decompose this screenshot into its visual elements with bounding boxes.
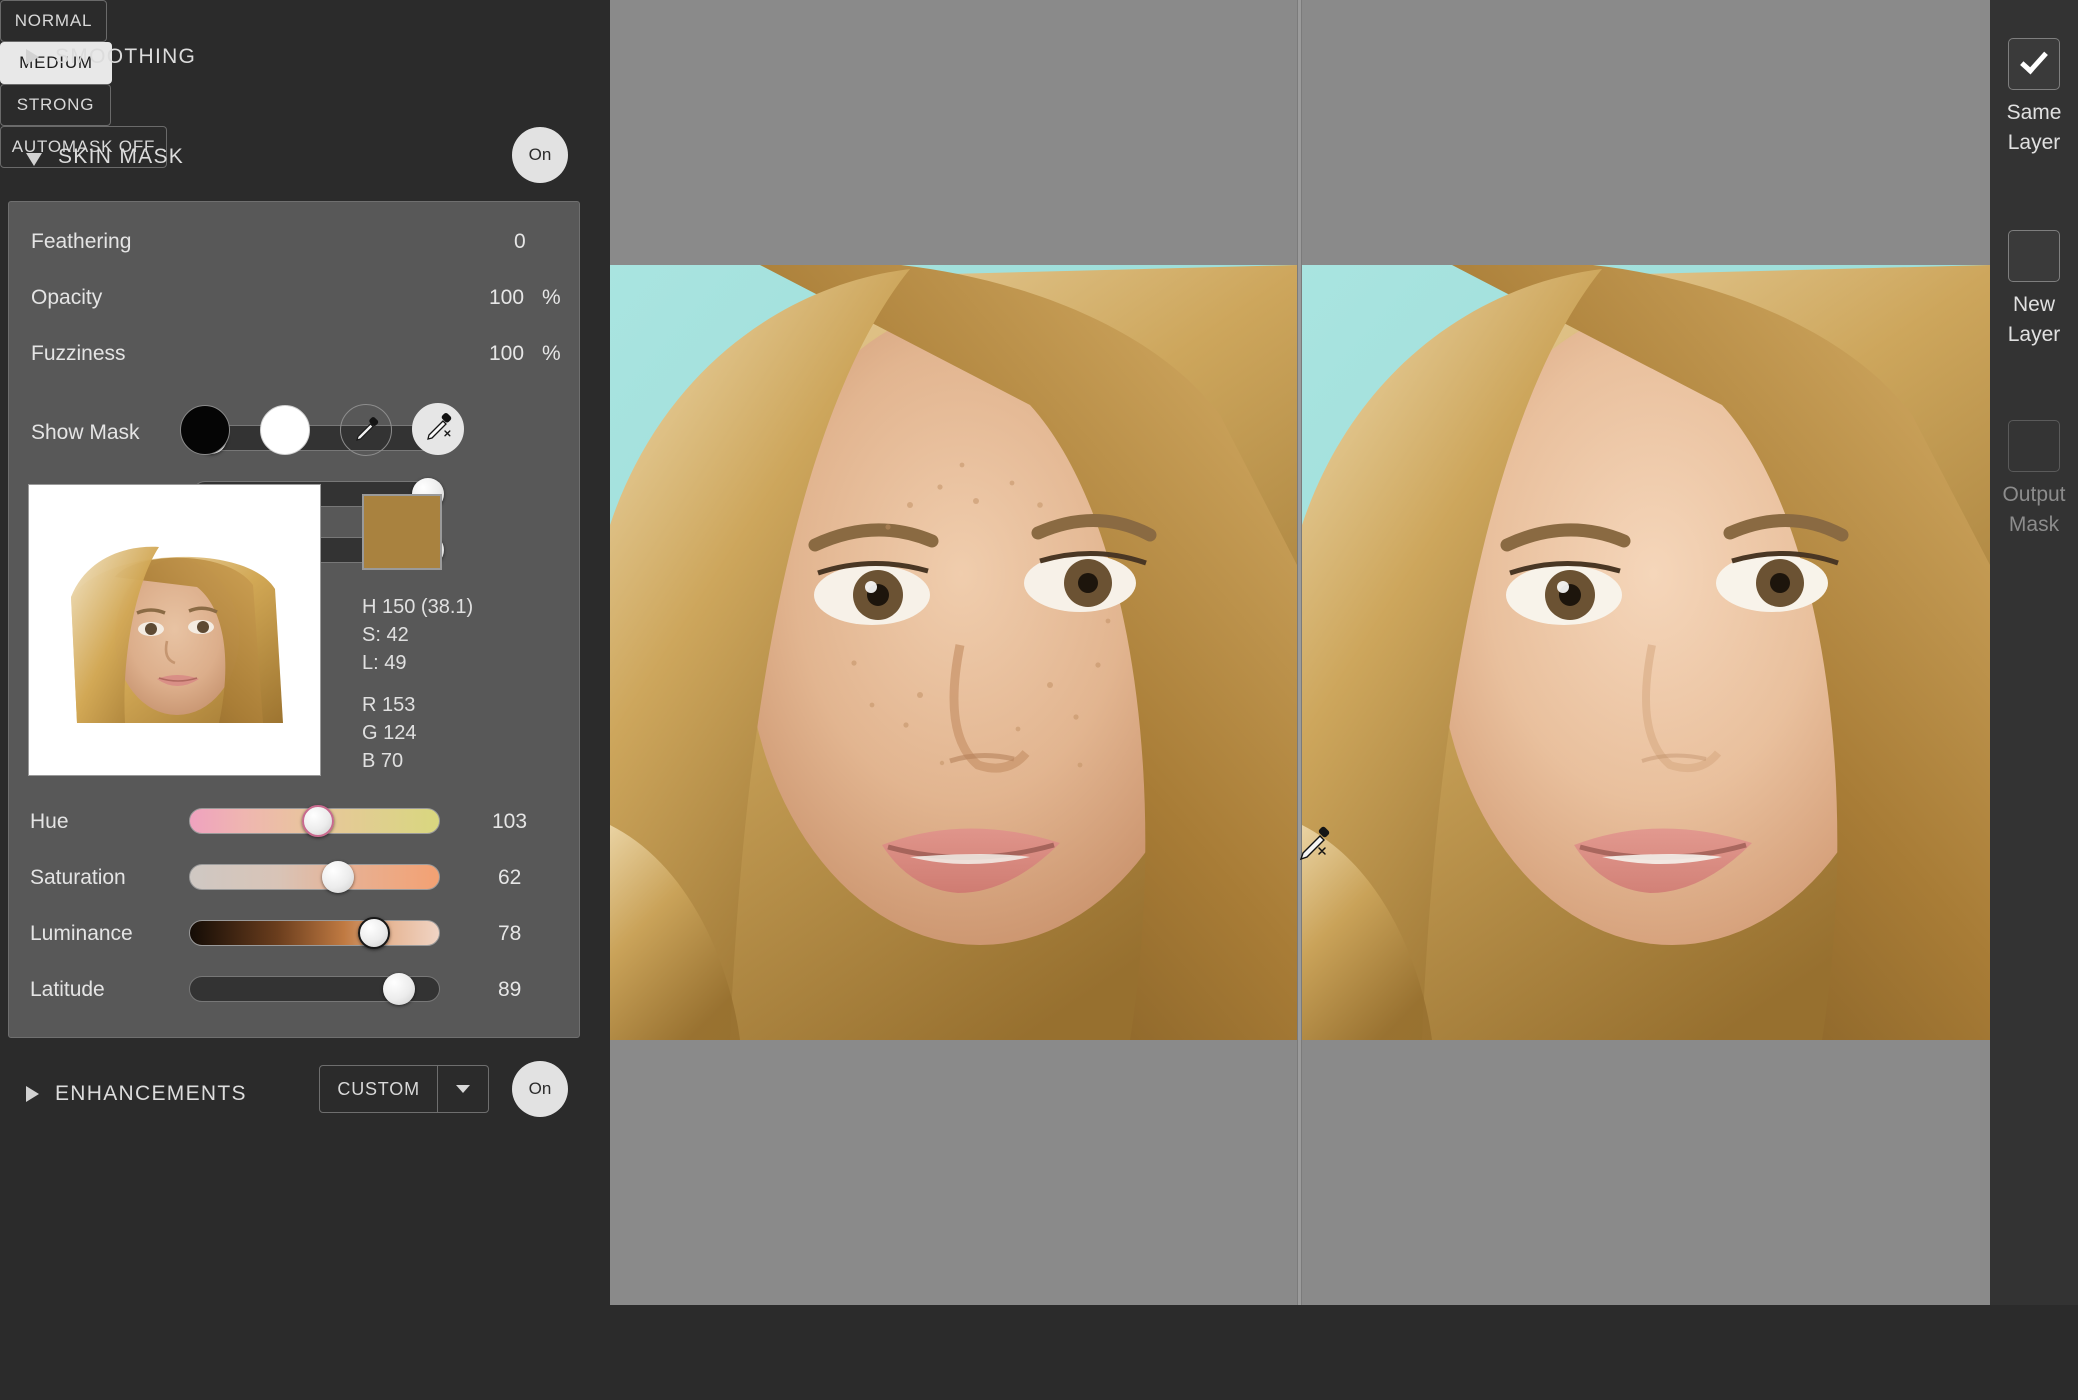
show-mask-label: Show Mask [31,421,140,444]
photo-after-pane[interactable] [1302,265,1990,1040]
output-mask-option[interactable]: Output Mask [1990,420,2078,540]
smoothing-title: SMOOTHING [55,45,197,68]
mask-preview-thumbnail[interactable] [28,484,321,776]
hue-slider-knob[interactable] [302,805,334,837]
section-header-skin-mask[interactable]: SKIN MASK [26,128,184,186]
layer-output-rail: Same Layer New Layer Output Mask [1990,0,2078,1305]
saturation-label: Saturation [30,866,126,889]
output-mask-checkbox[interactable] [2008,420,2060,472]
photo-before-pane[interactable] [610,265,1297,1040]
new-layer-label-line2: Layer [2007,323,2061,346]
feathering-value: 0 [514,230,526,253]
hue-value: 103 [492,810,528,833]
rgb-r-readout: R 153 [362,694,416,716]
new-layer-option[interactable]: New Layer [1990,230,2078,350]
photo-editor-window: SMOOTHING NORMAL MEDIUM STRONG SKIN MASK… [0,0,2078,1400]
enhancements-preset-label: CUSTOM [337,1078,420,1099]
opacity-label: Opacity [31,286,103,309]
image-canvas[interactable] [610,0,1990,1305]
saturation-slider-knob[interactable] [322,861,354,893]
fuzziness-value: 100 [489,342,525,365]
same-layer-label-line1: Same [2006,101,2062,124]
fuzziness-label: Fuzziness [31,342,126,365]
feathering-label: Feathering [31,230,132,253]
luminance-slider-track[interactable] [189,920,440,946]
same-layer-checkbox[interactable] [2008,38,2060,90]
enhancements-preset-dropdown[interactable]: CUSTOM [319,1065,489,1113]
rgb-g-readout: G 124 [362,722,417,744]
hsl-l-readout: L: 49 [362,652,407,674]
skin-mask-on-toggle[interactable]: On [512,127,568,183]
triangle-down-icon[interactable] [26,153,42,166]
thumbnail-portrait-image [47,537,305,727]
fuzziness-unit: % [542,342,561,365]
eyedropper-icon[interactable] [340,404,392,456]
caret-down-icon[interactable] [437,1066,488,1112]
bottom-toolbar: 72% CSDN @CoCo玛奇朵 [0,1305,2078,1400]
opacity-value: 100 [489,286,525,309]
hsl-s-readout: S: 42 [362,624,409,646]
opacity-unit: % [542,286,561,309]
skin-mask-title: SKIN MASK [58,145,185,168]
split-view-divider[interactable] [1297,0,1302,1305]
rgb-b-readout: B 70 [362,750,404,772]
saturation-slider-track[interactable] [189,864,440,890]
enhancements-title: ENHANCEMENTS [55,1082,247,1105]
hsl-h-readout: H 150 (38.1) [362,596,474,618]
hue-label: Hue [30,810,69,833]
section-header-smoothing[interactable]: SMOOTHING [26,28,196,86]
output-mask-label-line2: Mask [2008,513,2060,536]
eyedropper-add-icon[interactable] [412,403,464,455]
same-layer-label-line2: Layer [2007,131,2061,154]
latitude-value: 89 [498,978,522,1001]
luminance-slider-knob[interactable] [358,917,390,949]
latitude-label: Latitude [30,978,105,1001]
output-mask-label-line1: Output [2002,483,2066,506]
section-header-enhancements[interactable]: ENHANCEMENTS [26,1065,247,1123]
eyedropper-cursor [1294,826,1334,866]
triangle-right-icon[interactable] [26,49,39,65]
luminance-value: 78 [498,922,522,945]
smoothing-strong-button[interactable]: STRONG [0,84,111,126]
saturation-value: 62 [498,866,522,889]
triangle-right-icon[interactable] [26,1086,39,1102]
new-layer-checkbox[interactable] [2008,230,2060,282]
picked-color-chip [362,494,442,570]
left-control-panel: SMOOTHING NORMAL MEDIUM STRONG SKIN MASK… [0,0,610,1400]
same-layer-option[interactable]: Same Layer [1990,38,2078,158]
white-mask-swatch[interactable] [260,405,310,455]
latitude-slider-knob[interactable] [383,973,415,1005]
new-layer-label-line1: New [2012,293,2055,316]
enhancements-on-toggle[interactable]: On [512,1061,568,1117]
black-mask-swatch[interactable] [180,405,230,455]
check-icon [2020,45,2048,75]
luminance-label: Luminance [30,922,133,945]
